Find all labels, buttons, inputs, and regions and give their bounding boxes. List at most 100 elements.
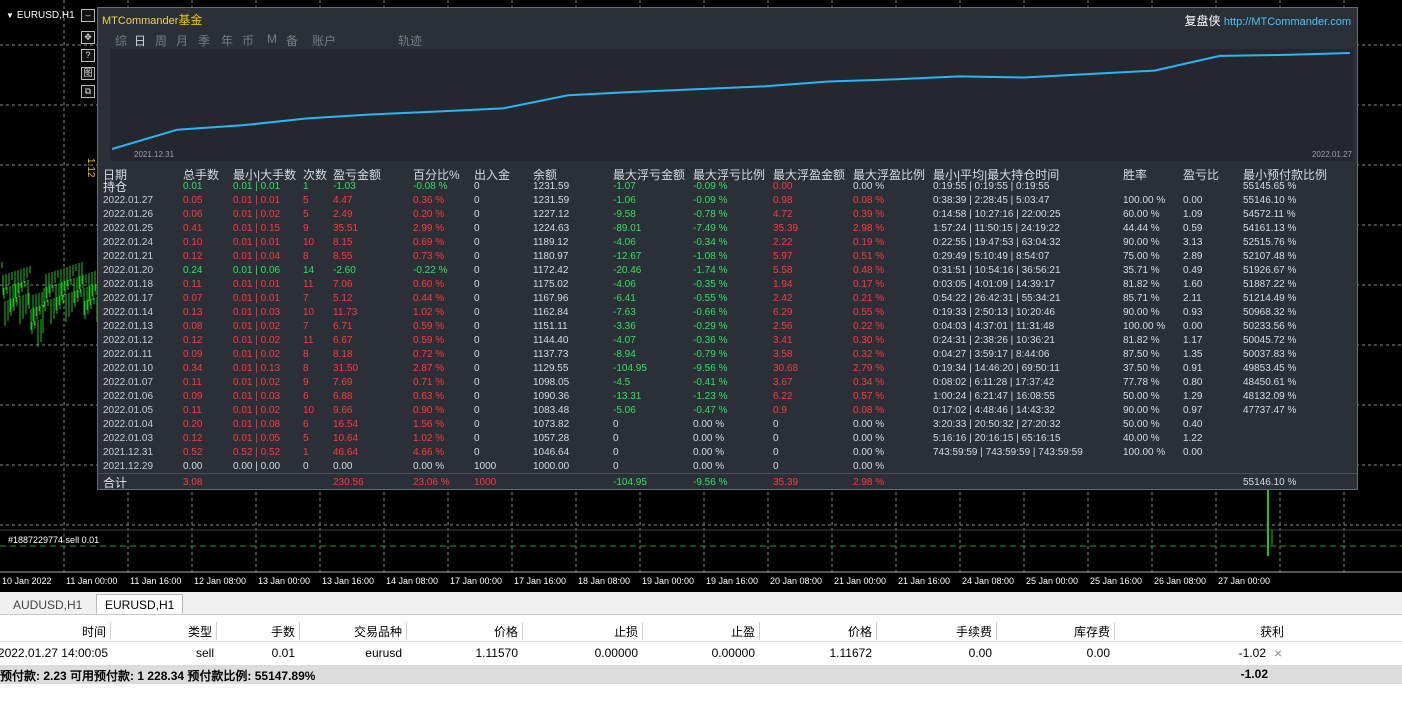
order-header-cell[interactable]: 库存费 — [1074, 623, 1110, 640]
table-cell: 0.00 % — [853, 181, 885, 192]
table-cell: 90.00 % — [1123, 405, 1160, 416]
table-cell: 2022.01.21 — [103, 251, 154, 262]
table-cell: -12.67 — [613, 251, 642, 262]
order-cell: 1.11570 — [475, 646, 519, 660]
table-cell: 0.01 | 0.02 — [233, 377, 281, 388]
table-cell: 10 — [303, 237, 315, 248]
table-cell: 0.01 — [183, 181, 203, 192]
column-separator[interactable] — [996, 622, 997, 640]
table-cell: 0.52 | 0.52 — [233, 447, 281, 458]
table-cell: 0 — [474, 419, 480, 430]
table-row: 2022.01.06 0.09 0.01 | 0.03 6 6.88 0.63 % 0 109… — [103, 390, 1353, 404]
panel-tab-2[interactable]: 周 — [155, 32, 167, 49]
order-row[interactable]: 2022.01.27 14:00:05 sell 0.01 eurusd 1.11570… — [0, 644, 1402, 664]
table-cell: 0 — [773, 461, 779, 472]
panel-tab-4[interactable]: 季 — [198, 32, 210, 49]
panel-tab-6[interactable]: 币 — [242, 32, 254, 49]
order-header-cell[interactable]: 手数 — [271, 623, 295, 640]
order-header-cell[interactable]: 止损 — [614, 623, 638, 640]
order-header-cell[interactable]: 交易品种 — [354, 623, 402, 640]
panel-tab-3[interactable]: 月 — [176, 32, 188, 49]
table-cell: 2.98 % — [853, 223, 885, 234]
column-separator[interactable] — [1114, 622, 1115, 640]
table-cell: 1180.97 — [533, 251, 569, 262]
column-separator[interactable] — [522, 622, 523, 640]
table-row: 2022.01.25 0.41 0.01 | 0.15 9 35.51 2.99 % 0 12… — [103, 222, 1353, 236]
summary-cell: 230.56 — [333, 477, 364, 488]
table-cell: 0.01 | 0.02 — [233, 335, 281, 346]
panel-tab-5[interactable]: 年 — [221, 32, 233, 49]
order-header-cell[interactable]: 止盈 — [731, 623, 755, 640]
column-separator[interactable] — [406, 622, 407, 640]
column-separator[interactable] — [876, 622, 877, 640]
close-order-icon[interactable]: × — [1274, 645, 1282, 661]
table-cell: -0.55 % — [693, 293, 728, 304]
panel-tab-10[interactable]: 轨迹 — [398, 32, 422, 49]
table-cell: 0 — [474, 195, 480, 206]
table-row: 2022.01.17 0.07 0.01 | 0.01 7 5.12 0.44 % 0 116… — [103, 292, 1353, 306]
table-cell: 90.00 % — [1123, 307, 1160, 318]
minimize-icon[interactable]: – — [81, 9, 95, 22]
panel-tab-7[interactable]: M — [267, 32, 277, 46]
table-cell: -0.47 % — [693, 405, 728, 416]
table-cell: 0.20 % — [413, 209, 445, 220]
table-cell: 0.00 — [333, 461, 353, 472]
table-cell: -9.56 % — [693, 363, 728, 374]
table-cell: 1083.48 — [533, 405, 570, 416]
help-icon[interactable]: ? — [81, 49, 95, 62]
column-separator[interactable] — [110, 622, 111, 640]
column-separator[interactable] — [642, 622, 643, 640]
table-cell: 0.49 — [1183, 265, 1203, 276]
table-cell: 52515.76 % — [1243, 237, 1297, 248]
order-header-cell[interactable]: 手续费 — [956, 623, 992, 640]
table-cell: 50045.72 % — [1243, 335, 1297, 346]
table-cell: 0.01 | 0.01 — [233, 181, 281, 192]
grid-icon[interactable]: 图 — [81, 67, 95, 80]
column-separator[interactable] — [299, 622, 300, 640]
table-cell: 0.00 % — [693, 447, 725, 458]
panel-tab-8[interactable]: 备 — [286, 32, 298, 49]
dropdown-triangle-icon[interactable]: ▼ — [6, 11, 14, 20]
panel-tab-9[interactable]: 账户 — [312, 32, 336, 49]
panel-tab-1[interactable]: 日 — [134, 32, 146, 49]
table-cell: 4.66 % — [413, 447, 445, 458]
table-cell: 0.00 % — [853, 461, 885, 472]
replay-link[interactable]: 复盘侠 http://MTCommander.com — [1184, 12, 1351, 29]
table-cell: 1:00:24 | 6:21:47 | 16:08:55 — [933, 391, 1055, 402]
table-row: 2022.01.18 0.11 0.01 | 0.01 11 7.06 0.60 % 0 11… — [103, 278, 1353, 292]
table-row: 2022.01.07 0.11 0.01 | 0.02 9 7.69 0.71 % 0 109… — [103, 376, 1353, 390]
table-cell: 2.42 — [773, 293, 793, 304]
order-header-cell[interactable]: 价格 — [494, 623, 518, 640]
table-row: 2022.01.12 0.12 0.01 | 0.02 11 6.67 0.59 % 0 11… — [103, 334, 1353, 348]
table-cell: 0.19 % — [853, 237, 885, 248]
chart-tab-audusd-h1[interactable]: AUDUSD,H1 — [4, 594, 91, 614]
restore-icon[interactable]: ⧉ — [81, 85, 95, 98]
panel-tab-0[interactable]: 综 — [115, 32, 127, 49]
order-header-cell[interactable]: 价格 — [848, 623, 872, 640]
order-header-cell[interactable]: 时间 — [82, 623, 106, 640]
move-icon[interactable]: ✥ — [81, 31, 95, 44]
table-cell: 55145.65 % — [1243, 181, 1297, 192]
table-cell: 37.50 % — [1123, 363, 1160, 374]
chart-symbol-label[interactable]: ▼ EURUSD,H1 — [6, 10, 75, 21]
table-cell: -4.06 — [613, 279, 636, 290]
column-separator[interactable] — [216, 622, 217, 640]
table-cell: -9.58 — [613, 209, 636, 220]
trade-line-label: #1887229774 sell 0.01 — [8, 535, 100, 545]
table-cell: 50.00 % — [1123, 391, 1160, 402]
table-cell: 6.29 — [773, 307, 793, 318]
table-cell: 6.71 — [333, 321, 353, 332]
chart-tab-eurusd-h1[interactable]: EURUSD,H1 — [96, 594, 184, 614]
time-tick-label: 24 Jan 08:00 — [962, 576, 1015, 586]
table-cell: 0:29:49 | 5:10:49 | 8:54:07 — [933, 251, 1050, 262]
table-cell: 0.05 — [183, 195, 203, 206]
order-header-cell[interactable]: 类型 — [188, 623, 212, 640]
column-separator[interactable] — [759, 622, 760, 640]
table-cell: 1.29 — [1183, 391, 1203, 402]
table-cell: 0.01 | 0.05 — [233, 433, 281, 444]
order-header-cell[interactable]: 获利 — [1260, 623, 1284, 640]
table-cell: 1.35 — [1183, 349, 1203, 360]
panel-title: MTCommander基金 — [102, 13, 203, 27]
table-cell: -0.22 % — [413, 265, 448, 276]
table-cell: -1.07 — [613, 181, 636, 192]
